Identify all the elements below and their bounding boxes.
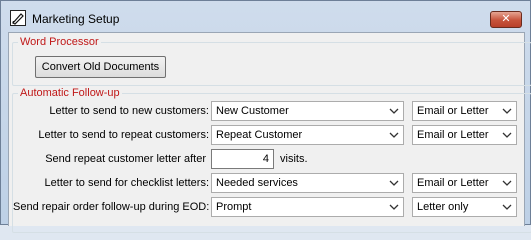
chevron-down-icon bbox=[502, 108, 512, 114]
title-bar[interactable]: Marketing Setup ✕ bbox=[1, 1, 530, 31]
close-button[interactable]: ✕ bbox=[490, 11, 522, 28]
convert-old-documents-button[interactable]: Convert Old Documents bbox=[35, 56, 166, 78]
checklist-letters-label: Letter to send for checklist letters: bbox=[44, 177, 209, 189]
new-customers-letter-value: New Customer bbox=[216, 105, 289, 117]
chevron-down-icon bbox=[389, 204, 399, 210]
chevron-down-icon bbox=[502, 180, 512, 186]
new-customers-letter-select[interactable]: New Customer bbox=[211, 101, 404, 121]
new-customers-label: Letter to send to new customers: bbox=[49, 105, 209, 117]
window-title: Marketing Setup bbox=[32, 12, 120, 26]
repeat-after-visits-input[interactable]: 4 bbox=[211, 149, 274, 169]
repair-order-method-select[interactable]: Letter only bbox=[412, 197, 517, 217]
checklist-method-select[interactable]: Email or Letter bbox=[412, 173, 517, 193]
chevron-down-icon bbox=[502, 132, 512, 138]
repair-order-letter-select[interactable]: Prompt bbox=[211, 197, 404, 217]
visits-unit-label: visits. bbox=[280, 153, 308, 165]
document-pen-icon bbox=[10, 10, 26, 26]
marketing-setup-window: Marketing Setup ✕ Word Processor Convert… bbox=[0, 0, 531, 233]
chevron-down-icon bbox=[502, 204, 512, 210]
repeat-after-visits-value: 4 bbox=[262, 153, 269, 165]
chevron-down-icon bbox=[389, 132, 399, 138]
repeat-customers-letter-value: Repeat Customer bbox=[216, 129, 303, 141]
dialog-body: Word Processor Convert Old Documents Aut… bbox=[8, 32, 531, 233]
checklist-method-value: Email or Letter bbox=[417, 177, 489, 189]
checklist-letter-select[interactable]: Needed services bbox=[211, 173, 404, 193]
repeat-customers-method-select[interactable]: Email or Letter bbox=[412, 125, 517, 145]
word-processor-heading: Word Processor bbox=[18, 36, 101, 49]
word-processor-group: Word Processor Convert Old Documents bbox=[12, 36, 531, 86]
new-customers-method-select[interactable]: Email or Letter bbox=[412, 101, 517, 121]
close-icon: ✕ bbox=[501, 13, 511, 25]
automatic-follow-up-group: Automatic Follow-up Letter to send to ne… bbox=[12, 87, 531, 233]
automatic-follow-up-heading: Automatic Follow-up bbox=[18, 87, 122, 100]
repeat-customers-letter-select[interactable]: Repeat Customer bbox=[211, 125, 404, 145]
new-customers-method-value: Email or Letter bbox=[417, 105, 489, 117]
repair-order-method-value: Letter only bbox=[417, 201, 469, 213]
repeat-customers-label: Letter to send to repeat customers: bbox=[38, 129, 209, 141]
repeat-after-label: Send repeat customer letter after bbox=[45, 153, 206, 165]
checklist-letter-value: Needed services bbox=[216, 177, 298, 189]
repair-order-follow-up-label: Send repair order follow-up during EOD: bbox=[13, 201, 210, 213]
chevron-down-icon bbox=[389, 108, 399, 114]
chevron-down-icon bbox=[389, 180, 399, 186]
repeat-customers-method-value: Email or Letter bbox=[417, 129, 489, 141]
repair-order-letter-value: Prompt bbox=[216, 201, 252, 213]
